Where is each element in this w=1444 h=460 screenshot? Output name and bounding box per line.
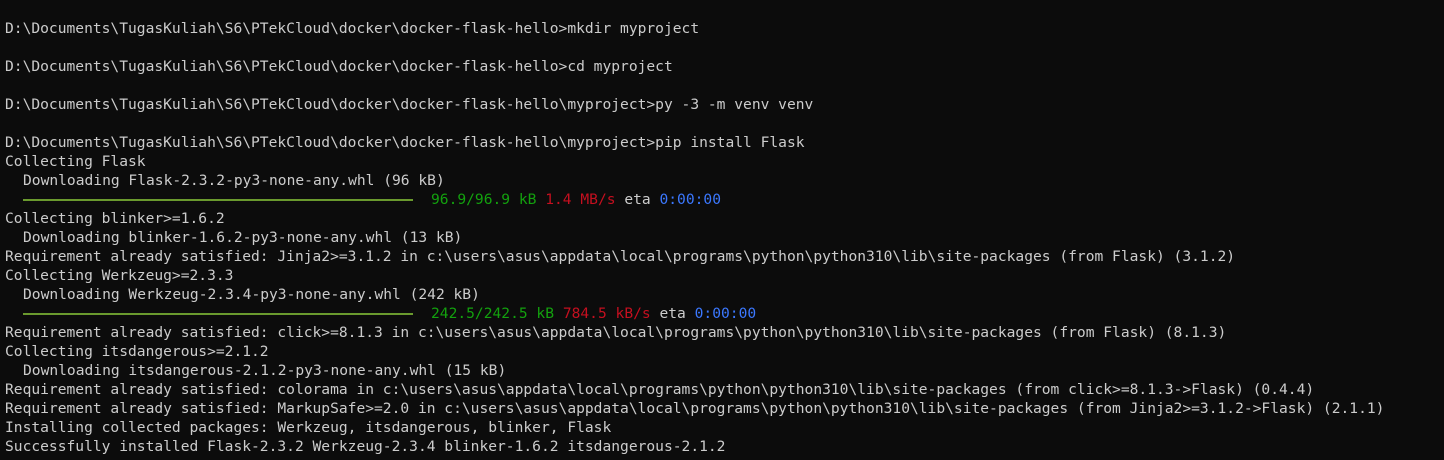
progress-line-flask: 96.9/96.9 kB 1.4 MB/s eta 0:00:00 [5,190,1444,209]
progress-size: 242.5/242.5 kB [431,305,555,322]
progress-speed: 784.5 kB/s [562,305,651,322]
output-downloading-werkzeug: Downloading Werkzeug-2.3.4-py3-none-any.… [23,286,480,303]
progress-bar [23,312,413,315]
output-downloading-blinker: Downloading blinker-1.6.2-py3-none-any.w… [23,229,463,246]
progress-eta: 0:00:00 [659,191,721,208]
terminal-window[interactable]: D:\Documents\TugasKuliah\S6\PTekCloud\do… [0,0,1444,460]
output-collecting-blinker: Collecting blinker>=1.6.2 [5,210,225,227]
progress-bar [23,198,413,201]
command-line-pip-install: D:\Documents\TugasKuliah\S6\PTekCloud\do… [5,134,805,151]
output-collecting-werkzeug: Collecting Werkzeug>=2.3.3 [5,267,234,284]
command-line-venv: D:\Documents\TugasKuliah\S6\PTekCloud\do… [5,96,814,113]
command-line-cd: D:\Documents\TugasKuliah\S6\PTekCloud\do… [5,58,673,75]
output-requirement-jinja2: Requirement already satisfied: Jinja2>=3… [5,248,1236,265]
output-requirement-colorama: Requirement already satisfied: colorama … [5,381,1315,398]
progress-eta: 0:00:00 [694,305,757,322]
progress-line-werkzeug: 242.5/242.5 kB 784.5 kB/s eta 0:00:00 [5,304,1444,323]
progress-speed: 1.4 MB/s [545,191,616,208]
progress-eta-label: eta [624,191,651,208]
output-successfully-installed: Successfully installed Flask-2.3.2 Werkz… [5,438,726,455]
output-requirement-click: Requirement already satisfied: click>=8.… [5,324,1227,341]
output-installing-packages: Installing collected packages: Werkzeug,… [5,419,612,436]
output-downloading-itsdangerous: Downloading itsdangerous-2.1.2-py3-none-… [23,362,507,379]
output-collecting-itsdangerous: Collecting itsdangerous>=2.1.2 [5,343,269,360]
progress-size: 96.9/96.9 kB [431,191,537,208]
progress-eta-label: eta [659,305,686,322]
output-requirement-markupsafe: Requirement already satisfied: MarkupSaf… [5,400,1385,417]
output-collecting-flask: Collecting Flask [5,153,146,170]
command-line-mkdir: D:\Documents\TugasKuliah\S6\PTekCloud\do… [5,20,700,37]
output-downloading-flask: Downloading Flask-2.3.2-py3-none-any.whl… [23,172,445,189]
